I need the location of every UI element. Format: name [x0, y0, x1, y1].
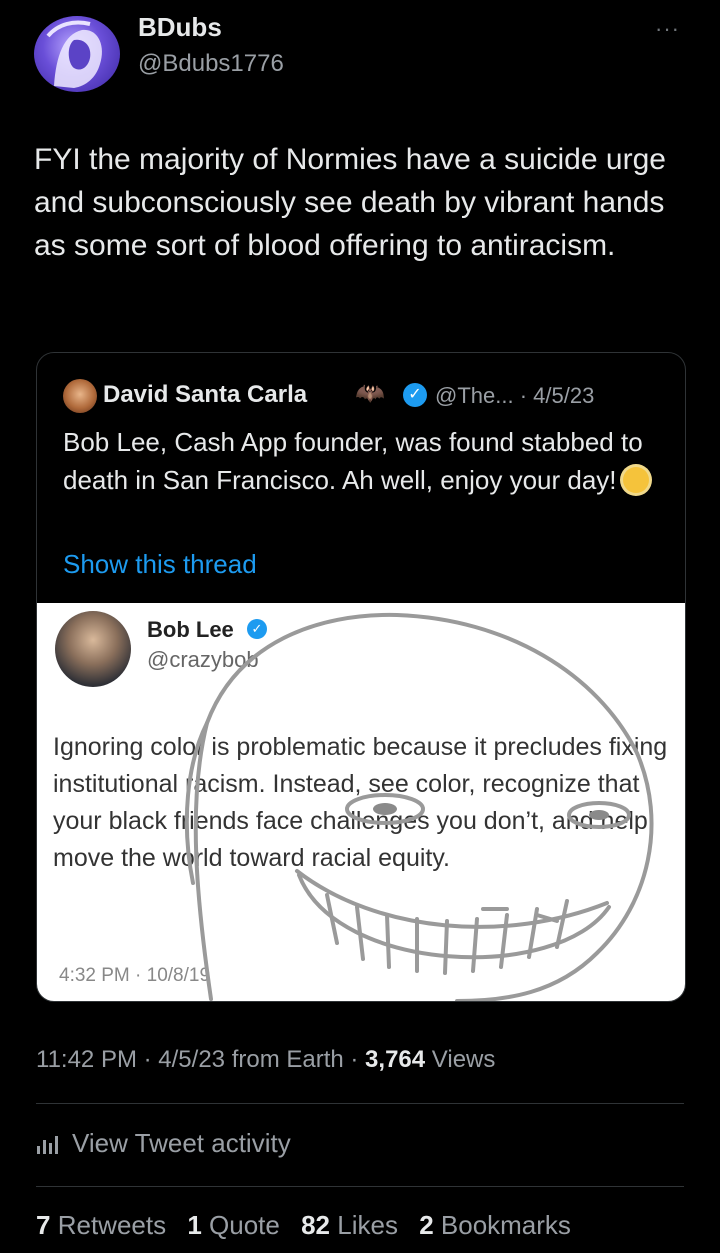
author-avatar[interactable]: [34, 16, 120, 92]
verified-badge-icon: ✓: [403, 383, 427, 407]
quotes-count: 1: [187, 1210, 202, 1240]
quoted-tweet-text: Bob Lee, Cash App founder, was found sta…: [63, 423, 663, 499]
tweet-text: FYI the majority of Normies have a suici…: [34, 143, 666, 262]
quotes-label: Quote: [209, 1210, 280, 1240]
embedded-author-name: Bob Lee: [147, 617, 234, 642]
tweet-time[interactable]: 11:42 PM: [36, 1046, 137, 1073]
tweet-meta: 11:42 PM · 4/5/23 from Earth · 3,764 Vie…: [36, 1046, 495, 1074]
quoted-author-name[interactable]: David Santa Carla: [103, 381, 307, 409]
views-label: Views: [431, 1046, 496, 1073]
views-count: 3,764: [365, 1046, 426, 1073]
view-tweet-activity-label: View Tweet activity: [72, 1128, 291, 1158]
quotes-stat[interactable]: 1 Quote: [187, 1210, 280, 1240]
embedded-tweet-image[interactable]: Bob Lee ✓ @crazybob Ignoring color is pr…: [37, 603, 685, 1001]
embedded-author-handle: @crazybob: [147, 647, 259, 672]
embedded-verified-icon: ✓: [247, 619, 267, 639]
tweet-source: from Earth: [231, 1046, 344, 1073]
bat-emoji-icon: 🦇: [355, 380, 385, 407]
bookmarks-stat[interactable]: 2 Bookmarks: [419, 1210, 571, 1240]
embedded-tweet-text: Ignoring color is problematic because it…: [53, 733, 668, 872]
bookmarks-label: Bookmarks: [440, 1210, 571, 1240]
quoted-tweet-card[interactable]: David Santa Carla 🦇 ✓ @The... · 4/5/23 B…: [36, 352, 686, 1002]
divider-2: [36, 1186, 684, 1187]
meta-separator: ·: [513, 383, 534, 408]
view-tweet-activity-button[interactable]: View Tweet activity: [36, 1128, 291, 1159]
tweet-date[interactable]: 4/5/23: [158, 1046, 225, 1073]
engagement-stats: 7 Retweets 1 Quote 82 Likes 2 Bookmarks: [36, 1210, 571, 1241]
retweets-label: Retweets: [57, 1210, 167, 1240]
quoted-tweet-body: Bob Lee, Cash App founder, was found sta…: [63, 427, 643, 495]
quoted-tweet-meta: @The... · 4/5/23: [435, 383, 594, 409]
embedded-tweet-time: 4:32 PM · 10/8/19: [59, 965, 211, 986]
likes-count: 82: [301, 1210, 331, 1240]
more-options-icon[interactable]: ···: [655, 16, 680, 42]
author-handle[interactable]: @Bdubs1776: [138, 50, 284, 78]
divider: [36, 1103, 684, 1104]
meta-dot-2: ·: [343, 1046, 366, 1073]
quoted-tweet-date[interactable]: 4/5/23: [533, 383, 594, 408]
likes-label: Likes: [337, 1210, 398, 1240]
retweets-stat[interactable]: 7 Retweets: [36, 1210, 166, 1240]
bookmarks-count: 2: [419, 1210, 434, 1240]
quoted-author-handle[interactable]: @The...: [435, 383, 514, 408]
quoted-author-avatar[interactable]: [63, 379, 97, 413]
analytics-bars-icon: [37, 1136, 58, 1154]
meta-dot: ·: [136, 1046, 159, 1073]
retweets-count: 7: [36, 1210, 51, 1240]
show-thread-link[interactable]: Show this thread: [63, 549, 257, 580]
embedded-author-avatar: [55, 611, 131, 687]
sun-emoji-icon: [622, 467, 649, 493]
likes-stat[interactable]: 82 Likes: [301, 1210, 398, 1240]
author-name[interactable]: BDubs: [138, 12, 222, 43]
